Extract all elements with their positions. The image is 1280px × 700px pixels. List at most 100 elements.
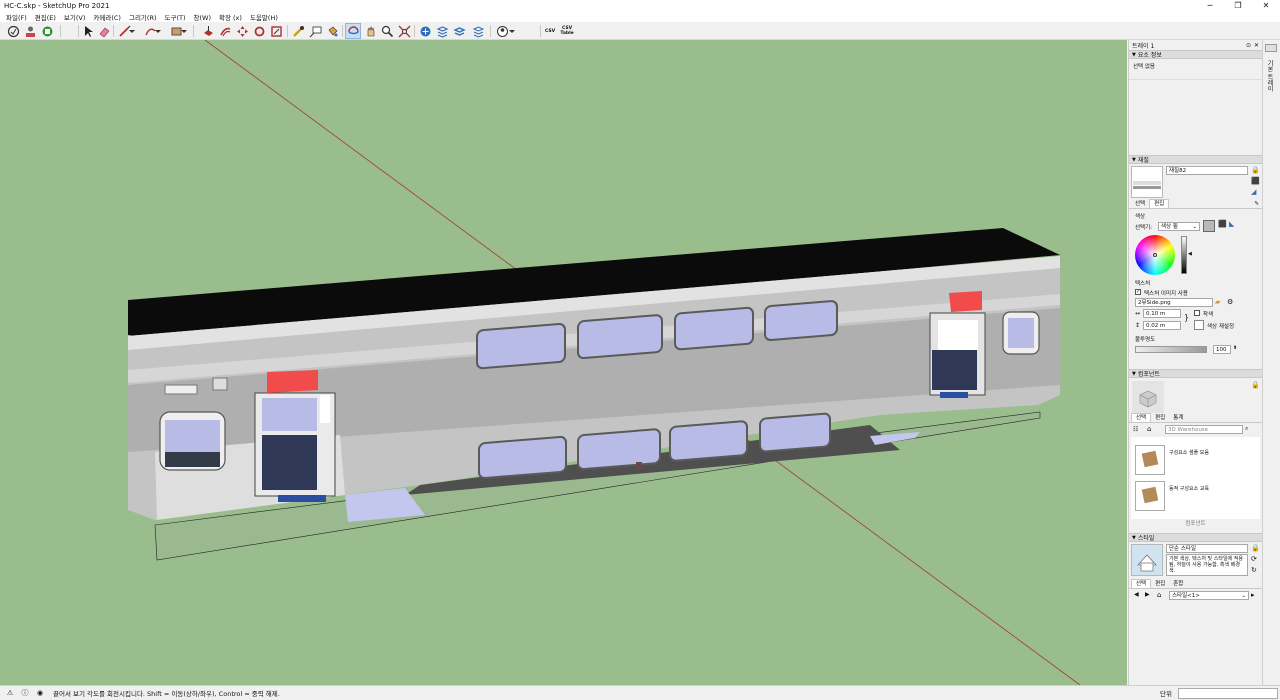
- texture-file-field[interactable]: 2뮤Side.png: [1135, 298, 1213, 307]
- update-style-icon[interactable]: ⟳: [1251, 555, 1257, 563]
- modeling-viewport[interactable]: [0, 40, 1127, 685]
- csv-table-button[interactable]: CSV Table: [559, 23, 575, 39]
- color-wheel[interactable]: [1135, 235, 1175, 275]
- extension-warehouse-icon[interactable]: [39, 23, 55, 39]
- pin-icon[interactable]: ⊙: [1246, 42, 1251, 49]
- menu-view[interactable]: 보기(V): [60, 12, 89, 22]
- eyedropper-icon[interactable]: ✎: [1250, 200, 1262, 208]
- reset-color-button[interactable]: [1194, 320, 1204, 330]
- tab-component-stats[interactable]: 통계: [1169, 414, 1187, 422]
- measurements-input[interactable]: [1178, 688, 1278, 699]
- csv-export-button[interactable]: CSV: [542, 23, 558, 39]
- pan-tool-icon[interactable]: [362, 23, 378, 39]
- menu-edit[interactable]: 편집(E): [31, 12, 60, 22]
- match-model-color-icon[interactable]: ⬛: [1218, 220, 1227, 228]
- lock-aspect-icon[interactable]: }: [1184, 313, 1189, 322]
- tab-component-select[interactable]: 선택: [1131, 413, 1152, 422]
- minimize-button[interactable]: ─: [1196, 0, 1224, 11]
- view-options-icon[interactable]: ☷: [1133, 426, 1138, 433]
- warning-icon[interactable]: ⚠: [5, 688, 15, 698]
- opacity-spinner-icon[interactable]: ⬍: [1233, 345, 1237, 351]
- push-pull-tool-icon[interactable]: [200, 23, 216, 39]
- list-item-thumbnail[interactable]: [1135, 481, 1165, 511]
- tab-style-edit[interactable]: 편집: [1151, 580, 1169, 588]
- colorize-checkbox[interactable]: [1194, 310, 1200, 316]
- tab-material-edit[interactable]: 편집: [1149, 199, 1170, 208]
- tab-style-mix[interactable]: 혼합: [1169, 580, 1187, 588]
- menu-draw[interactable]: 그리기(R): [125, 12, 161, 22]
- instructor-icon[interactable]: [5, 23, 21, 39]
- entity-info-header[interactable]: ▼ 요소 정보: [1129, 50, 1262, 59]
- home-icon[interactable]: ⌂: [1147, 425, 1151, 433]
- color-picker-select[interactable]: 색상 휠 ⌄: [1158, 222, 1200, 231]
- select-tool-icon[interactable]: [80, 23, 96, 39]
- match-screen-color-icon[interactable]: ◣: [1229, 220, 1234, 228]
- menu-help[interactable]: 도움말(H): [246, 12, 282, 22]
- search-icon[interactable]: ⌕: [1245, 425, 1248, 433]
- refresh-style-icon[interactable]: ↻: [1251, 566, 1257, 574]
- list-item[interactable]: 동적 구성요소 교육: [1169, 485, 1209, 492]
- tape-measure-icon[interactable]: [290, 23, 306, 39]
- maximize-button[interactable]: ❐: [1224, 0, 1252, 11]
- tray-close-icon[interactable]: ✕: [1254, 42, 1259, 49]
- share-component-icon[interactable]: [451, 23, 467, 39]
- styles-header[interactable]: ▼ 스타일: [1129, 533, 1262, 542]
- components-header[interactable]: ▼ 컴포넌트: [1129, 369, 1262, 378]
- zoom-extents-icon[interactable]: [396, 23, 412, 39]
- tab-component-edit[interactable]: 편집: [1151, 414, 1169, 422]
- use-texture-checkbox[interactable]: ✓: [1135, 289, 1141, 295]
- tab-style-select[interactable]: 선택: [1131, 579, 1152, 588]
- user-icon[interactable]: ◉: [35, 688, 45, 698]
- browse-folder-icon[interactable]: ▰: [1215, 298, 1220, 306]
- orbit-tool-icon[interactable]: [345, 23, 361, 39]
- material-thumbnail[interactable]: [1131, 166, 1163, 198]
- in-model-icon[interactable]: ⌂: [1157, 591, 1161, 599]
- forward-icon[interactable]: ▶: [1145, 591, 1150, 598]
- texture-height-field[interactable]: 0.02 m: [1143, 321, 1181, 330]
- color-swatch[interactable]: [1203, 220, 1215, 232]
- style-collection-select[interactable]: 스타일<1> ⌄: [1169, 591, 1249, 600]
- style-name-field[interactable]: 단순 스타일: [1166, 544, 1248, 553]
- list-item[interactable]: 구성요소 샘플 모음: [1169, 449, 1209, 456]
- arc-dropdown-icon[interactable]: [154, 23, 162, 39]
- component-search-input[interactable]: 3D Warehouse: [1165, 425, 1243, 434]
- materials-header[interactable]: ▼ 재질: [1129, 155, 1262, 164]
- style-lock-icon[interactable]: 🔒: [1251, 544, 1260, 552]
- texture-width-field[interactable]: 0.10 m: [1143, 309, 1181, 318]
- component-lock-icon[interactable]: 🔒: [1251, 381, 1260, 389]
- opacity-field[interactable]: 100: [1213, 345, 1231, 354]
- list-item-thumbnail[interactable]: [1135, 445, 1165, 475]
- profile-dropdown-icon[interactable]: [508, 23, 516, 39]
- opacity-slider[interactable]: [1135, 346, 1207, 353]
- sample-paint-icon[interactable]: ◢: [1251, 188, 1256, 196]
- style-thumbnail[interactable]: [1131, 544, 1163, 576]
- back-icon[interactable]: ◀: [1134, 591, 1139, 598]
- zoom-tool-icon[interactable]: [379, 23, 395, 39]
- menu-file[interactable]: 파일(F): [2, 12, 31, 22]
- edit-texture-icon[interactable]: ⚙: [1227, 298, 1233, 306]
- 3d-warehouse-icon[interactable]: [417, 23, 433, 39]
- account-icon[interactable]: [22, 23, 38, 39]
- menu-extensions[interactable]: 확장 (x): [215, 12, 246, 22]
- material-cube-icon[interactable]: ⬛: [1251, 177, 1260, 185]
- menu-window[interactable]: 창(W): [190, 12, 215, 22]
- eraser-tool-icon[interactable]: [96, 23, 112, 39]
- brightness-handle-icon[interactable]: ◀: [1188, 251, 1192, 257]
- extension-manager-icon[interactable]: [470, 23, 486, 39]
- rotate-tool-icon[interactable]: [251, 23, 267, 39]
- style-details-icon[interactable]: ▸: [1251, 591, 1255, 599]
- offset-tool-icon[interactable]: [217, 23, 233, 39]
- menu-tools[interactable]: 도구(T): [161, 12, 190, 22]
- close-button[interactable]: ✕: [1252, 0, 1280, 11]
- material-name-field[interactable]: 재질82: [1166, 166, 1248, 175]
- scale-tool-icon[interactable]: [268, 23, 284, 39]
- brightness-slider[interactable]: [1181, 236, 1187, 274]
- paint-bucket-icon[interactable]: [324, 23, 340, 39]
- line-dropdown-icon[interactable]: [128, 23, 136, 39]
- move-tool-icon[interactable]: [234, 23, 250, 39]
- share-model-icon[interactable]: [434, 23, 450, 39]
- text-tool-icon[interactable]: [307, 23, 323, 39]
- shape-dropdown-icon[interactable]: [180, 23, 188, 39]
- tab-material-select[interactable]: 선택: [1131, 200, 1149, 208]
- scrollbar-up[interactable]: [1265, 44, 1277, 52]
